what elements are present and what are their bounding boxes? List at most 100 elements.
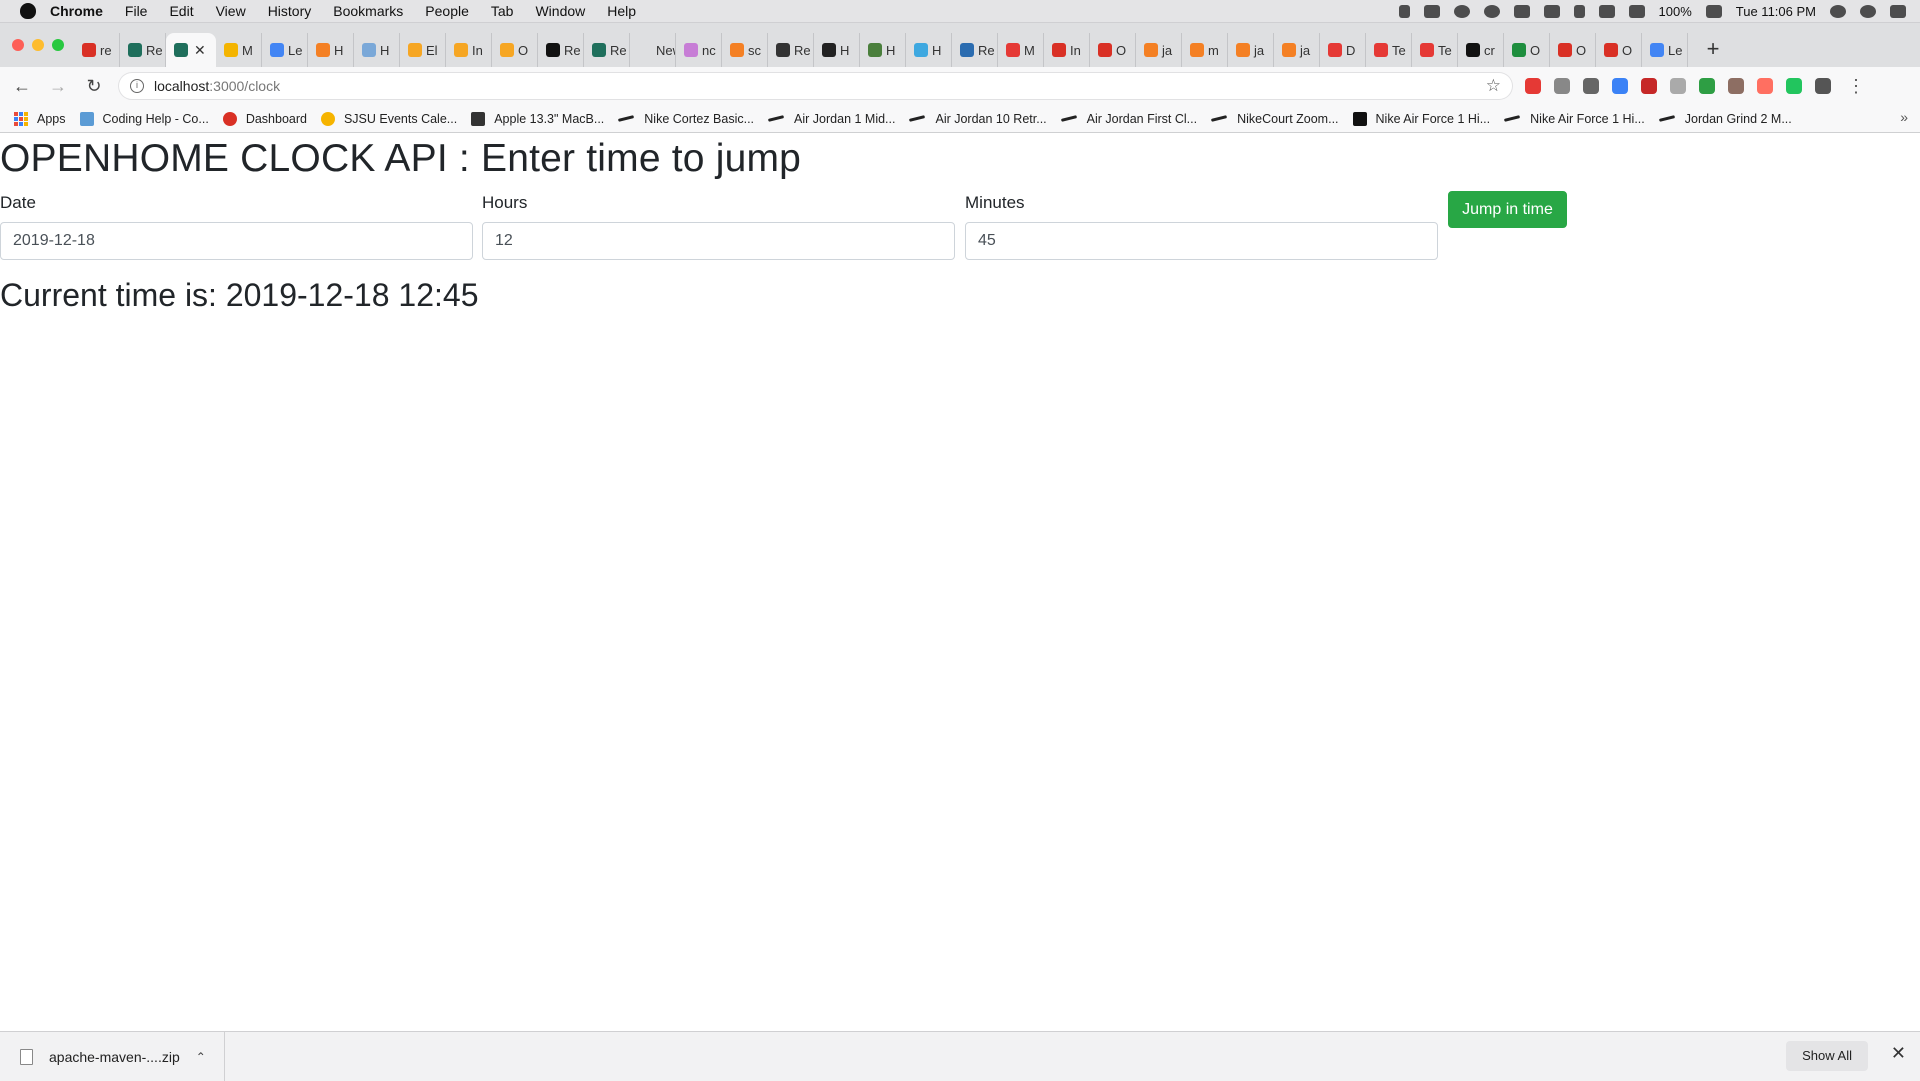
browser-tab[interactable]: O <box>492 33 538 67</box>
browser-tab[interactable]: Te <box>1366 33 1412 67</box>
extension-icon[interactable] <box>1699 78 1715 94</box>
bookmark-item[interactable]: Coding Help - Co... <box>79 111 209 126</box>
reload-icon[interactable]: ↻ <box>80 76 108 97</box>
browser-tab[interactable]: Re <box>120 33 166 67</box>
browser-tab[interactable]: O <box>1504 33 1550 67</box>
fullscreen-window-icon[interactable] <box>52 39 64 51</box>
tab-active[interactable]: ✕ <box>166 33 216 67</box>
menu-history[interactable]: History <box>268 3 312 19</box>
browser-tab[interactable]: Re <box>952 33 998 67</box>
extension-icon[interactable] <box>1757 78 1773 94</box>
extension-icon[interactable] <box>1728 78 1744 94</box>
browser-tab[interactable]: ja <box>1274 33 1320 67</box>
apple-logo-icon[interactable] <box>20 3 36 19</box>
bookmark-item[interactable]: Air Jordan 1 Mid... <box>767 112 895 126</box>
extension-icon[interactable] <box>1786 78 1802 94</box>
browser-tab[interactable]: In <box>1044 33 1090 67</box>
bookmark-item[interactable]: Dashboard <box>222 111 307 126</box>
menu-clock[interactable]: Tue 11:06 PM <box>1736 4 1816 19</box>
battery-icon[interactable] <box>1705 4 1722 18</box>
browser-tab[interactable]: sc <box>722 33 768 67</box>
bookmark-item[interactable]: Apps <box>14 111 66 126</box>
browser-tab[interactable]: H <box>860 33 906 67</box>
menu-help[interactable]: Help <box>607 3 636 19</box>
browser-tab[interactable]: New T <box>630 33 676 67</box>
menu-app-name[interactable]: Chrome <box>50 3 103 19</box>
browser-tab[interactable]: re <box>74 33 120 67</box>
siri-icon[interactable] <box>1860 4 1876 18</box>
bookmark-item[interactable]: Apple 13.3" MacB... <box>471 111 604 126</box>
sync-icon[interactable] <box>1483 4 1500 18</box>
volume-icon[interactable] <box>1628 4 1645 18</box>
browser-tab[interactable]: Le <box>262 33 308 67</box>
minimize-window-icon[interactable] <box>32 39 44 51</box>
browser-tab[interactable]: ja <box>1228 33 1274 67</box>
browser-tab[interactable]: H <box>354 33 400 67</box>
browser-tab[interactable]: O <box>1550 33 1596 67</box>
hours-input[interactable] <box>482 222 955 260</box>
menu-edit[interactable]: Edit <box>169 3 193 19</box>
airplay-icon[interactable] <box>1543 4 1560 18</box>
browser-tab[interactable]: m <box>1182 33 1228 67</box>
browser-tab[interactable]: H <box>814 33 860 67</box>
browser-tab[interactable]: H <box>308 33 354 67</box>
bookmark-item[interactable]: Air Jordan First Cl... <box>1060 112 1197 126</box>
browser-tab[interactable]: O <box>1090 33 1136 67</box>
bookmark-item[interactable]: Nike Cortez Basic... <box>618 112 754 126</box>
extension-icon[interactable] <box>1554 78 1570 94</box>
forward-arrow-icon[interactable]: → <box>44 76 72 97</box>
show-all-downloads-button[interactable]: Show All <box>1786 1041 1868 1071</box>
browser-tab[interactable]: D <box>1320 33 1366 67</box>
location-icon[interactable] <box>1398 4 1410 18</box>
browser-tab[interactable]: ja <box>1136 33 1182 67</box>
jump-in-time-button[interactable]: Jump in time <box>1448 191 1567 228</box>
browser-tab[interactable]: In <box>446 33 492 67</box>
close-shelf-icon[interactable]: ✕ <box>1891 1043 1906 1064</box>
date-input[interactable] <box>0 222 473 260</box>
menu-view[interactable]: View <box>216 3 246 19</box>
chevron-up-icon[interactable]: ⌃ <box>196 1050 206 1064</box>
browser-tab[interactable]: Re <box>538 33 584 67</box>
menu-bookmarks[interactable]: Bookmarks <box>333 3 403 19</box>
browser-tab[interactable]: nc <box>676 33 722 67</box>
address-bar[interactable]: i localhost:3000/clock ☆ <box>118 72 1513 100</box>
extension-icon[interactable] <box>1612 78 1628 94</box>
browser-tab[interactable]: cr <box>1458 33 1504 67</box>
creative-cloud-icon[interactable] <box>1453 4 1470 18</box>
bookmark-item[interactable]: NikeCourt Zoom... <box>1210 112 1339 126</box>
back-arrow-icon[interactable]: ← <box>8 76 36 97</box>
bluetooth-icon[interactable] <box>1573 4 1585 18</box>
bookmark-item[interactable]: Jordan Grind 2 M... <box>1658 112 1792 126</box>
browser-tab[interactable]: Te <box>1412 33 1458 67</box>
browser-tab[interactable]: O <box>1596 33 1642 67</box>
site-info-icon[interactable]: i <box>130 79 144 93</box>
chrome-menu-icon[interactable]: ⋮ <box>1847 76 1865 97</box>
download-item[interactable]: apache-maven-....zip ⌃ <box>0 1032 225 1081</box>
browser-tab[interactable]: El <box>400 33 446 67</box>
drive-icon[interactable] <box>1513 4 1530 18</box>
extension-icon[interactable] <box>1641 78 1657 94</box>
browser-tab[interactable]: M <box>998 33 1044 67</box>
notification-center-icon[interactable] <box>1890 4 1906 18</box>
new-tab-button[interactable]: + <box>1696 33 1730 67</box>
extension-icon[interactable] <box>1525 78 1541 94</box>
bookmark-item[interactable]: Nike Air Force 1 Hi... <box>1504 112 1645 126</box>
close-window-icon[interactable] <box>12 39 24 51</box>
minutes-input[interactable] <box>965 222 1438 260</box>
browser-tab[interactable]: Re <box>584 33 630 67</box>
more-bookmarks-icon[interactable]: » <box>1900 109 1908 125</box>
extension-icon[interactable] <box>1583 78 1599 94</box>
wifi-icon[interactable] <box>1598 4 1615 18</box>
menu-file[interactable]: File <box>125 3 148 19</box>
menu-tab[interactable]: Tab <box>491 3 514 19</box>
menu-window[interactable]: Window <box>535 3 585 19</box>
extension-icon[interactable] <box>1815 78 1831 94</box>
bookmark-item[interactable]: Air Jordan 10 Retr... <box>909 112 1047 126</box>
bookmark-star-icon[interactable]: ☆ <box>1486 76 1501 96</box>
browser-tab[interactable]: Re <box>768 33 814 67</box>
browser-tab[interactable]: M <box>216 33 262 67</box>
cloud-icon[interactable] <box>1423 4 1440 18</box>
spotlight-search-icon[interactable] <box>1830 4 1846 18</box>
extension-icon[interactable] <box>1670 78 1686 94</box>
browser-tab[interactable]: Le <box>1642 33 1688 67</box>
